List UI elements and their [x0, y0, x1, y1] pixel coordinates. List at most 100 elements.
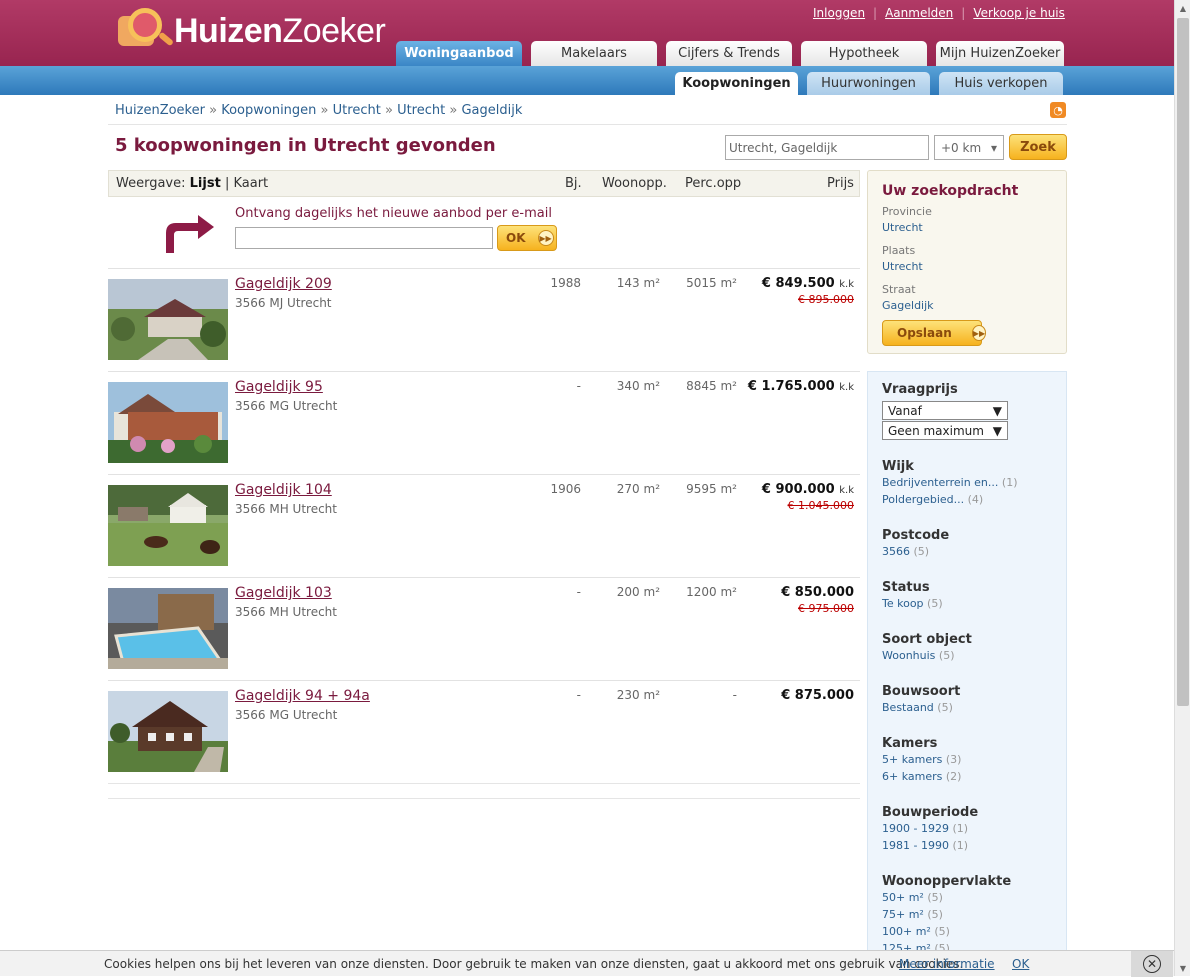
listing-price: € 1.765.000 k.k	[747, 379, 854, 394]
magnifier-house-logo-icon	[114, 6, 175, 56]
filter-option[interactable]: Bedrijventerrein en... (1)	[882, 476, 1018, 489]
filter-heading: Postcode	[882, 528, 950, 543]
listing-address: 3566 MG Utrecht	[235, 708, 338, 722]
chevron-down-icon: ▼	[992, 403, 1002, 418]
listing-price: € 875.000	[781, 688, 854, 703]
tab-koopwoningen[interactable]: Koopwoningen	[675, 72, 798, 95]
sort-prijs[interactable]: Prijs	[827, 176, 854, 191]
search-button[interactable]: Zoek	[1009, 134, 1067, 160]
breadcrumb-home[interactable]: HuizenZoeker	[115, 103, 205, 118]
tab-woningaanbod[interactable]: Woningaanbod	[396, 41, 522, 66]
cookie-text: Cookies helpen ons bij het leveren van o…	[104, 957, 964, 971]
listing-photo[interactable]	[108, 691, 228, 772]
register-link[interactable]: Aanmelden	[885, 6, 953, 20]
price-max-select[interactable]: Geen maximum ▼	[882, 421, 1008, 440]
cookie-ok-link[interactable]: OK	[1012, 957, 1029, 971]
filter-option[interactable]: 5+ kamers (3)	[882, 753, 961, 766]
cookie-close-button[interactable]: ✕	[1131, 951, 1173, 977]
listing-woonopp: 340 m²	[616, 379, 660, 393]
listing-row[interactable]: Gageldijk 209 3566 MJ Utrecht 1988 143 m…	[108, 268, 860, 371]
filter-option[interactable]: Poldergebied... (4)	[882, 493, 983, 506]
breadcrumb-provincie[interactable]: Utrecht	[333, 103, 381, 118]
filter-option[interactable]: 1981 - 1990 (1)	[882, 839, 968, 852]
listing-percopp: 8845 m²	[686, 379, 737, 393]
listing-woonopp: 143 m²	[616, 276, 660, 290]
filter-option[interactable]: 3566 (5)	[882, 545, 929, 558]
email-field[interactable]	[235, 227, 493, 249]
query-provincie-link[interactable]: Utrecht	[882, 221, 923, 234]
tab-makelaars[interactable]: Makelaars	[531, 41, 657, 66]
listing-photo[interactable]	[108, 485, 228, 566]
sub-tabs: Koopwoningen Huurwoningen Huis verkopen	[675, 72, 1063, 95]
view-list-toggle[interactable]: Lijst	[190, 176, 221, 191]
sell-house-link[interactable]: Verkoop je huis	[973, 6, 1065, 20]
save-search-button[interactable]: Opslaan ▶▶	[882, 320, 987, 346]
listing-photo[interactable]	[108, 588, 228, 669]
tab-huurwoningen[interactable]: Huurwoningen	[807, 72, 930, 95]
listing-row[interactable]: Gageldijk 104 3566 MH Utrecht 1906 270 m…	[108, 474, 860, 577]
filter-option[interactable]: 100+ m² (5)	[882, 925, 950, 938]
site-logo[interactable]: HuizenZoeker	[114, 5, 386, 57]
radius-select[interactable]: +0 km ▾	[934, 135, 1004, 160]
filter-heading: Bouwsoort	[882, 684, 961, 699]
filter-option[interactable]: Woonhuis (5)	[882, 649, 955, 662]
filter-heading: Vraagprijs	[882, 382, 958, 397]
price-min-select[interactable]: Vanaf ▼	[882, 401, 1008, 420]
listing-year: -	[576, 379, 581, 393]
query-straat-link[interactable]: Gageldijk	[882, 299, 934, 312]
listing-title-link[interactable]: Gageldijk 95	[235, 379, 323, 395]
login-link[interactable]: Inloggen	[813, 6, 865, 20]
scroll-down-icon[interactable]: ▼	[1175, 960, 1190, 976]
listing-year: 1988	[550, 276, 581, 290]
breadcrumb-koopwoningen[interactable]: Koopwoningen	[221, 103, 316, 118]
search-query-box: Uw zoekopdracht Provincie Utrecht Plaats…	[867, 170, 1067, 354]
rss-icon[interactable]: ◔	[1050, 102, 1066, 118]
listing-row[interactable]: Gageldijk 95 3566 MG Utrecht - 340 m² 88…	[108, 371, 860, 474]
listing-price: € 900.000 k.k	[761, 482, 854, 497]
listing-title-link[interactable]: Gageldijk 103	[235, 585, 332, 601]
sort-bouwjaar[interactable]: Bj.	[565, 176, 582, 191]
forward-icon: ▶▶	[537, 230, 554, 246]
filter-option[interactable]: 75+ m² (5)	[882, 908, 943, 921]
listing-woonopp: 270 m²	[616, 482, 660, 496]
sort-percopp[interactable]: Perc.opp	[685, 176, 741, 191]
listing-row[interactable]: Gageldijk 94 + 94a 3566 MG Utrecht - 230…	[108, 680, 860, 783]
scroll-up-icon[interactable]: ▲	[1175, 0, 1190, 16]
listing-title-link[interactable]: Gageldijk 104	[235, 482, 332, 498]
close-icon: ✕	[1143, 955, 1161, 973]
query-plaats-link[interactable]: Utrecht	[882, 260, 923, 273]
tab-cijfers-trends[interactable]: Cijfers & Trends	[666, 41, 792, 66]
sort-woonopp[interactable]: Woonopp.	[602, 176, 667, 191]
listing-title-link[interactable]: Gageldijk 94 + 94a	[235, 688, 370, 704]
listing-title-link[interactable]: Gageldijk 209	[235, 276, 332, 292]
listing-address: 3566 MJ Utrecht	[235, 296, 332, 310]
chevron-down-icon: ▼	[992, 423, 1002, 438]
search-input[interactable]	[725, 135, 929, 160]
filter-option[interactable]: 1900 - 1929 (1)	[882, 822, 968, 835]
tab-hypotheek[interactable]: Hypotheek	[801, 41, 927, 66]
listing-photo[interactable]	[108, 279, 228, 360]
breadcrumb-straat[interactable]: Gageldijk	[461, 103, 522, 118]
email-alert-title: Ontvang dagelijks het nieuwe aanbod per …	[235, 206, 552, 221]
filter-option[interactable]: 50+ m² (5)	[882, 891, 943, 904]
filter-heading: Kamers	[882, 736, 938, 751]
curved-arrow-icon	[166, 215, 214, 253]
listing-percopp: 5015 m²	[686, 276, 737, 290]
filter-option[interactable]: 6+ kamers (2)	[882, 770, 961, 783]
listing-photo[interactable]	[108, 382, 228, 463]
breadcrumb-plaats[interactable]: Utrecht	[397, 103, 445, 118]
cookie-more-link[interactable]: Meer informatie	[899, 957, 995, 971]
listing-row[interactable]: Gageldijk 103 3566 MH Utrecht - 200 m² 1…	[108, 577, 860, 680]
listing-address: 3566 MG Utrecht	[235, 399, 338, 413]
filter-option[interactable]: Te koop (5)	[882, 597, 943, 610]
scrollbar[interactable]: ▲ ▼	[1174, 0, 1190, 976]
scrollbar-thumb[interactable]	[1177, 18, 1189, 706]
listing-percopp: 1200 m²	[686, 585, 737, 599]
tab-mijn-huizenzoeker[interactable]: Mijn HuizenZoeker	[936, 41, 1064, 66]
filter-option[interactable]: Bestaand (5)	[882, 701, 953, 714]
filter-heading: Woonoppervlakte	[882, 874, 1012, 889]
view-map-toggle[interactable]: Kaart	[233, 176, 268, 191]
email-ok-button[interactable]: OK ▶▶	[497, 225, 557, 251]
tab-huis-verkopen[interactable]: Huis verkopen	[939, 72, 1063, 95]
listing-old-price: € 975.000	[798, 602, 854, 615]
